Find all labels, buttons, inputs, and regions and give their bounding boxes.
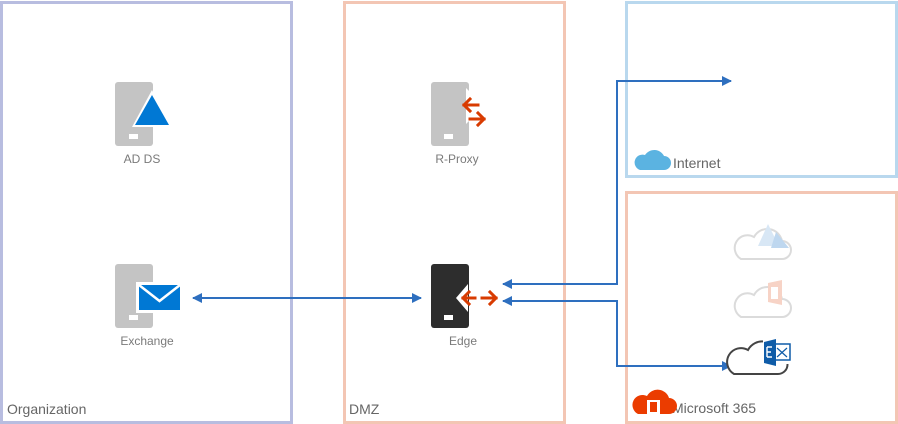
office-cloud-icon [733, 280, 792, 318]
diagram-canvas [115, 76, 792, 414]
exchange-online-cloud-icon [726, 339, 791, 375]
office-logo-icon [632, 389, 677, 414]
mail-icon [136, 282, 183, 313]
edge-exchange-online-connector [502, 296, 732, 371]
azure-cloud-icon [733, 224, 792, 260]
arrows-icon [460, 289, 499, 307]
exchange-server-icon [115, 264, 183, 328]
edge-internet-connector [502, 76, 732, 289]
rproxy-server-icon [431, 82, 487, 146]
cloud-icon [634, 150, 671, 170]
adds-server-icon [115, 82, 172, 146]
edge-server-icon [431, 264, 499, 328]
